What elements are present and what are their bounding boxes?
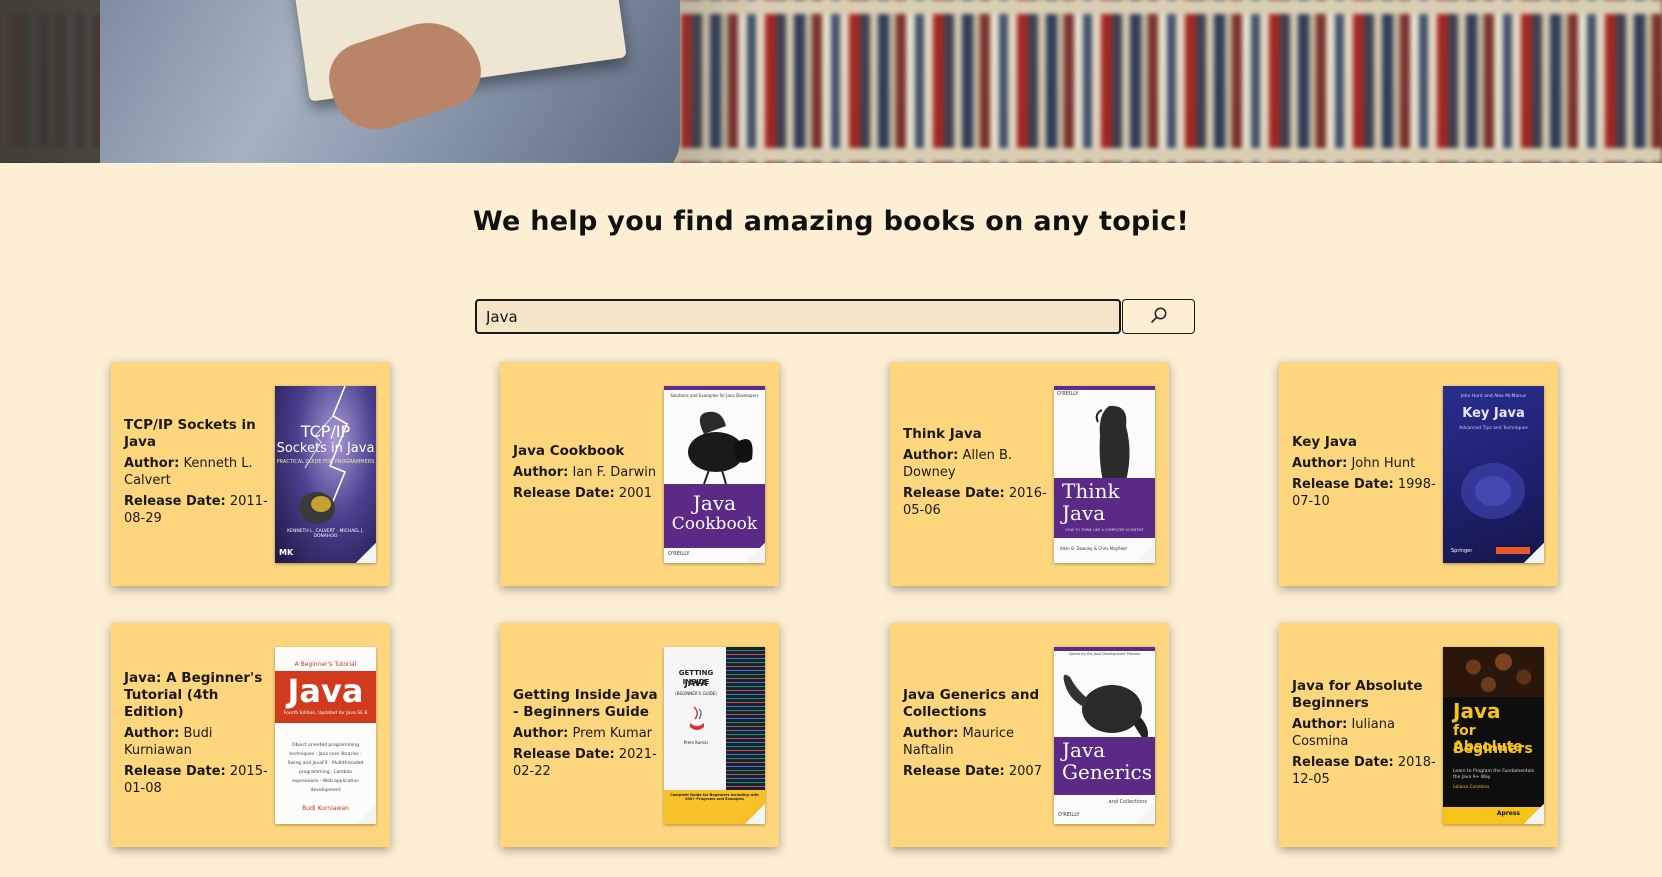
book-card[interactable]: Java Cookbook Author: Ian F. Darwin Rele… (500, 362, 779, 586)
search-input[interactable] (475, 299, 1121, 334)
book-cover: A Beginner's Tutorial Java Fourth Editio… (275, 647, 376, 824)
book-card[interactable]: Java Generics and Collections Author: Ma… (890, 623, 1169, 847)
release-label: Release Date: (1292, 755, 1394, 770)
book-author: John Hunt (1351, 456, 1416, 471)
book-cover: Java for Absolute Beginners Learn to Pro… (1443, 647, 1544, 824)
release-label: Release Date: (513, 485, 615, 501)
book-cover: TCP/IP Sockets in Java PRACTICAL GUIDE F… (275, 386, 376, 563)
release-label: Release Date: (513, 746, 615, 762)
book-title: Java Cookbook (513, 442, 625, 459)
book-cover: GETTING INSIDE JAVA (BEGINNER'S GUIDE) P… (664, 647, 765, 824)
search-icon (1150, 306, 1168, 327)
release-label: Release Date: (903, 485, 1005, 501)
book-title: Java: A Beginner's Tutorial (4th Edition… (124, 669, 263, 720)
author-label: Author: (124, 456, 180, 471)
book-card[interactable]: TCP/IP Sockets in Java Author: Kenneth L… (111, 362, 390, 586)
author-label: Author: (903, 447, 959, 463)
book-title: Java for Absolute Beginners (1292, 678, 1423, 711)
page-headline: We help you find amazing books on any to… (472, 206, 1190, 237)
book-card[interactable]: Key Java Author: John Hunt Release Date:… (1279, 362, 1558, 586)
author-label: Author: (513, 725, 569, 741)
author-label: Author: (903, 725, 959, 741)
book-release-date: 2007 (1008, 763, 1042, 779)
author-label: Author: (513, 464, 569, 480)
book-card[interactable]: Getting Inside Java - Beginners Guide Au… (500, 623, 779, 847)
book-card[interactable]: Java: A Beginner's Tutorial (4th Edition… (111, 623, 390, 847)
release-label: Release Date: (124, 763, 226, 779)
search-button[interactable] (1122, 299, 1195, 334)
book-title: TCP/IP Sockets in Java (124, 417, 256, 450)
release-label: Release Date: (903, 763, 1005, 779)
book-author: Ian F. Darwin (572, 464, 657, 480)
book-title: Java Generics and Collections (903, 686, 1040, 720)
book-title: Getting Inside Java - Beginners Guide (513, 686, 658, 720)
book-cover: John Hunt and Alex McManus Key Java Adva… (1443, 386, 1544, 563)
author-label: Author: (124, 725, 180, 741)
book-card[interactable]: Java for Absolute Beginners Author: Iuli… (1279, 623, 1558, 847)
hero-banner (0, 0, 1662, 163)
author-label: Author: (1292, 717, 1348, 732)
book-cover: Speed Up the Java Development Process Ja… (1054, 647, 1155, 824)
book-title: Think Java (903, 425, 982, 442)
release-label: Release Date: (1292, 477, 1394, 492)
book-release-date: 2001 (618, 485, 652, 501)
book-cover: O'REILLY Think Java HOW TO THINK LIKE A … (1054, 386, 1155, 563)
book-cover: Solutions and Examples for Java Develope… (664, 386, 765, 563)
book-card[interactable]: Think Java Author: Allen B. Downey Relea… (890, 362, 1169, 586)
release-label: Release Date: (124, 494, 226, 509)
book-author: Prem Kumar (572, 725, 653, 741)
author-label: Author: (1292, 456, 1348, 471)
book-title: Key Java (1292, 434, 1357, 450)
